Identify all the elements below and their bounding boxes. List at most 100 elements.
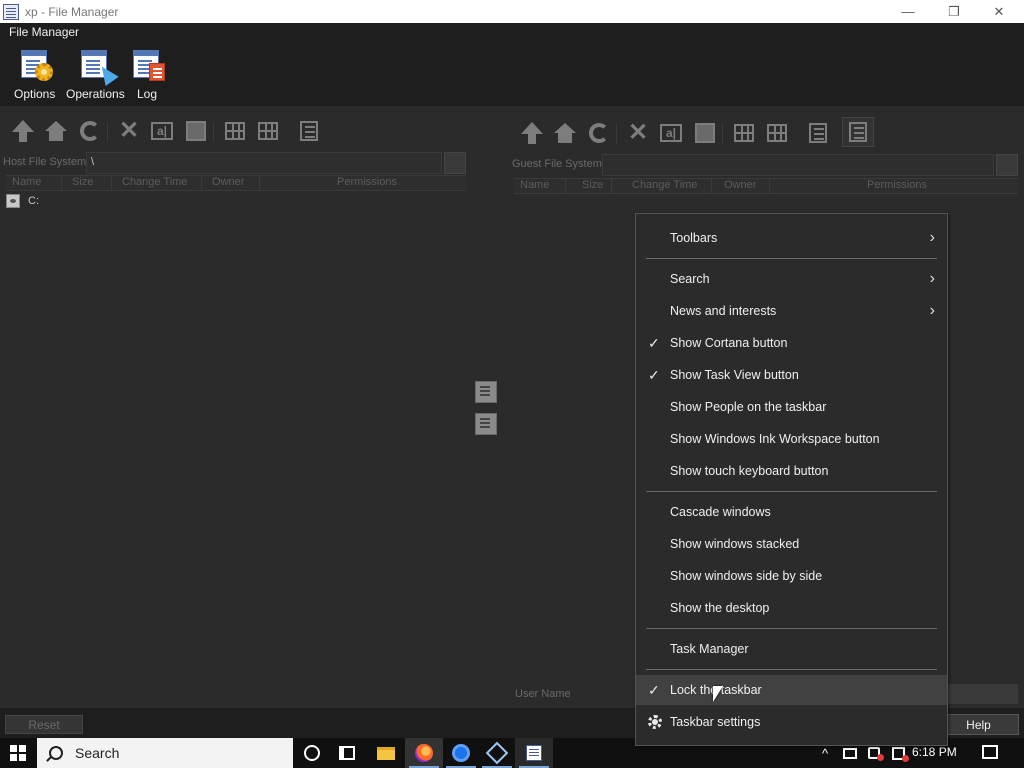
menu-item-lock-the-taskbar[interactable]: ✓ Lock the taskbar [636, 675, 947, 705]
host-col-change-time[interactable]: Change Time [116, 176, 202, 190]
guest-icon-view-button[interactable] [732, 121, 756, 145]
window-title-bar[interactable]: xp - File Manager — ❐ ✕ [0, 0, 1024, 23]
host-list-view-button[interactable] [297, 119, 321, 143]
app-icon [3, 3, 19, 20]
task-view-button[interactable] [328, 738, 366, 768]
host-col-name[interactable]: Name [6, 176, 62, 190]
close-button[interactable]: ✕ [976, 0, 1022, 23]
menu-item-task-manager[interactable]: Task Manager [636, 634, 947, 664]
menu-item-toolbars[interactable]: Toolbars › [636, 223, 947, 253]
icon-view-icon [225, 122, 245, 140]
main-toolbar: Options Operations Log [0, 42, 1024, 106]
window-title: xp - File Manager [25, 4, 119, 19]
menu-separator [646, 491, 937, 492]
menu-item-show-touch-keyboard[interactable]: Show touch keyboard button [636, 456, 947, 486]
guest-path-dropdown[interactable] [996, 154, 1018, 176]
menu-item-label: Taskbar settings [670, 715, 761, 729]
host-col-permissions[interactable]: Permissions [264, 176, 464, 190]
new-folder-icon [695, 123, 715, 143]
menu-item-show-windows-side-by-side[interactable]: Show windows side by side [636, 561, 947, 591]
start-button[interactable] [0, 738, 36, 768]
host-column-header: Name Size Change Time Owner Permissions [6, 175, 466, 191]
file-explorer-icon [377, 746, 395, 760]
host-home-button[interactable] [44, 119, 68, 143]
guest-path-input[interactable] [602, 154, 994, 176]
file-manager-taskbar-button[interactable] [515, 738, 553, 768]
detail-view-icon [258, 122, 278, 140]
menu-item-show-cortana-button[interactable]: ✓ Show Cortana button [636, 328, 947, 358]
menu-item-show-task-view-button[interactable]: ✓ Show Task View button [636, 360, 947, 390]
guest-bottom-field[interactable] [946, 684, 1018, 704]
restore-button[interactable]: ❐ [931, 0, 977, 23]
help-button[interactable]: Help [938, 714, 1019, 735]
guest-col-owner[interactable]: Owner [718, 179, 770, 193]
reset-button[interactable]: Reset [5, 715, 83, 734]
guest-refresh-button[interactable] [587, 121, 611, 145]
menu-item-show-ink-workspace[interactable]: Show Windows Ink Workspace button [636, 424, 947, 454]
operations-button[interactable]: Operations [66, 48, 125, 101]
copy-to-guest-button[interactable] [475, 381, 497, 403]
guest-path-row: Guest File System: [512, 154, 1020, 176]
options-button[interactable]: Options [14, 48, 55, 101]
firefox-button[interactable] [405, 738, 443, 768]
menu-item-show-the-desktop[interactable]: Show the desktop [636, 593, 947, 623]
host-path-input[interactable]: \ [86, 152, 442, 174]
host-file-list: C: [0, 192, 468, 708]
host-path-dropdown[interactable] [444, 152, 466, 174]
log-button[interactable]: Log [131, 48, 165, 101]
guest-list-view-button[interactable] [806, 121, 830, 145]
volume-muted-icon [868, 747, 884, 761]
guest-rename-button[interactable]: a| [659, 121, 683, 145]
operations-icon [79, 48, 120, 86]
chrome-icon [452, 744, 470, 762]
menu-item-taskbar-settings[interactable]: Taskbar settings [636, 707, 947, 737]
guest-col-name[interactable]: Name [514, 179, 566, 193]
host-new-folder-button[interactable] [184, 119, 208, 143]
menu-item-show-people[interactable]: Show People on the taskbar [636, 392, 947, 422]
virtualbox-icon [485, 741, 509, 765]
host-detail-view-button[interactable] [256, 119, 280, 143]
screen: xp - File Manager — ❐ ✕ File Manager Opt… [0, 0, 1024, 768]
menu-item-show-windows-stacked[interactable]: Show windows stacked [636, 529, 947, 559]
cortana-button[interactable] [293, 738, 331, 768]
host-delete-button[interactable]: ✕ [117, 119, 141, 143]
guest-up-button[interactable] [520, 121, 544, 145]
menu-item-label: Show Task View button [670, 368, 799, 382]
host-up-button[interactable] [11, 119, 35, 143]
guest-delete-button[interactable]: ✕ [626, 121, 650, 145]
guest-col-permissions[interactable]: Permissions [774, 179, 1014, 193]
host-icon-view-button[interactable] [223, 119, 247, 143]
copy-to-host-button[interactable] [475, 413, 497, 435]
taskbar-search-box[interactable]: Search [37, 738, 293, 768]
taskbar-clock[interactable]: 6:18 PM [912, 745, 957, 759]
guest-new-folder-button[interactable] [693, 121, 717, 145]
virtualbox-button[interactable] [478, 738, 516, 768]
menu-item-cascade-windows[interactable]: Cascade windows [636, 497, 947, 527]
chevron-right-icon: › [929, 270, 935, 287]
guest-col-change-time[interactable]: Change Time [626, 179, 712, 193]
guest-detail-view-button[interactable] [765, 121, 789, 145]
file-explorer-button[interactable] [367, 738, 405, 768]
chrome-button[interactable] [442, 738, 480, 768]
menu-item-news-and-interests[interactable]: News and interests › [636, 296, 947, 326]
host-col-owner[interactable]: Owner [206, 176, 260, 190]
guest-session-button[interactable] [842, 117, 874, 147]
guest-col-size[interactable]: Size [576, 179, 612, 193]
notification-center-icon[interactable] [982, 745, 998, 759]
menu-separator [646, 628, 937, 629]
file-row-c-drive[interactable]: C: [6, 194, 39, 208]
host-rename-button[interactable]: a| [150, 119, 174, 143]
menu-item-label: Show the desktop [670, 601, 770, 615]
host-refresh-button[interactable] [78, 119, 102, 143]
check-icon: ✓ [648, 681, 660, 698]
toolbar-divider [722, 124, 723, 144]
file-name: C: [28, 195, 39, 207]
menu-file-manager[interactable]: File Manager [9, 25, 79, 39]
up-icon [12, 120, 34, 142]
host-col-size[interactable]: Size [66, 176, 112, 190]
menu-item-search[interactable]: Search › [636, 264, 947, 294]
guest-home-button[interactable] [553, 121, 577, 145]
toolbar-divider [213, 122, 214, 142]
minimize-button[interactable]: — [885, 0, 931, 23]
operations-label: Operations [66, 87, 125, 101]
